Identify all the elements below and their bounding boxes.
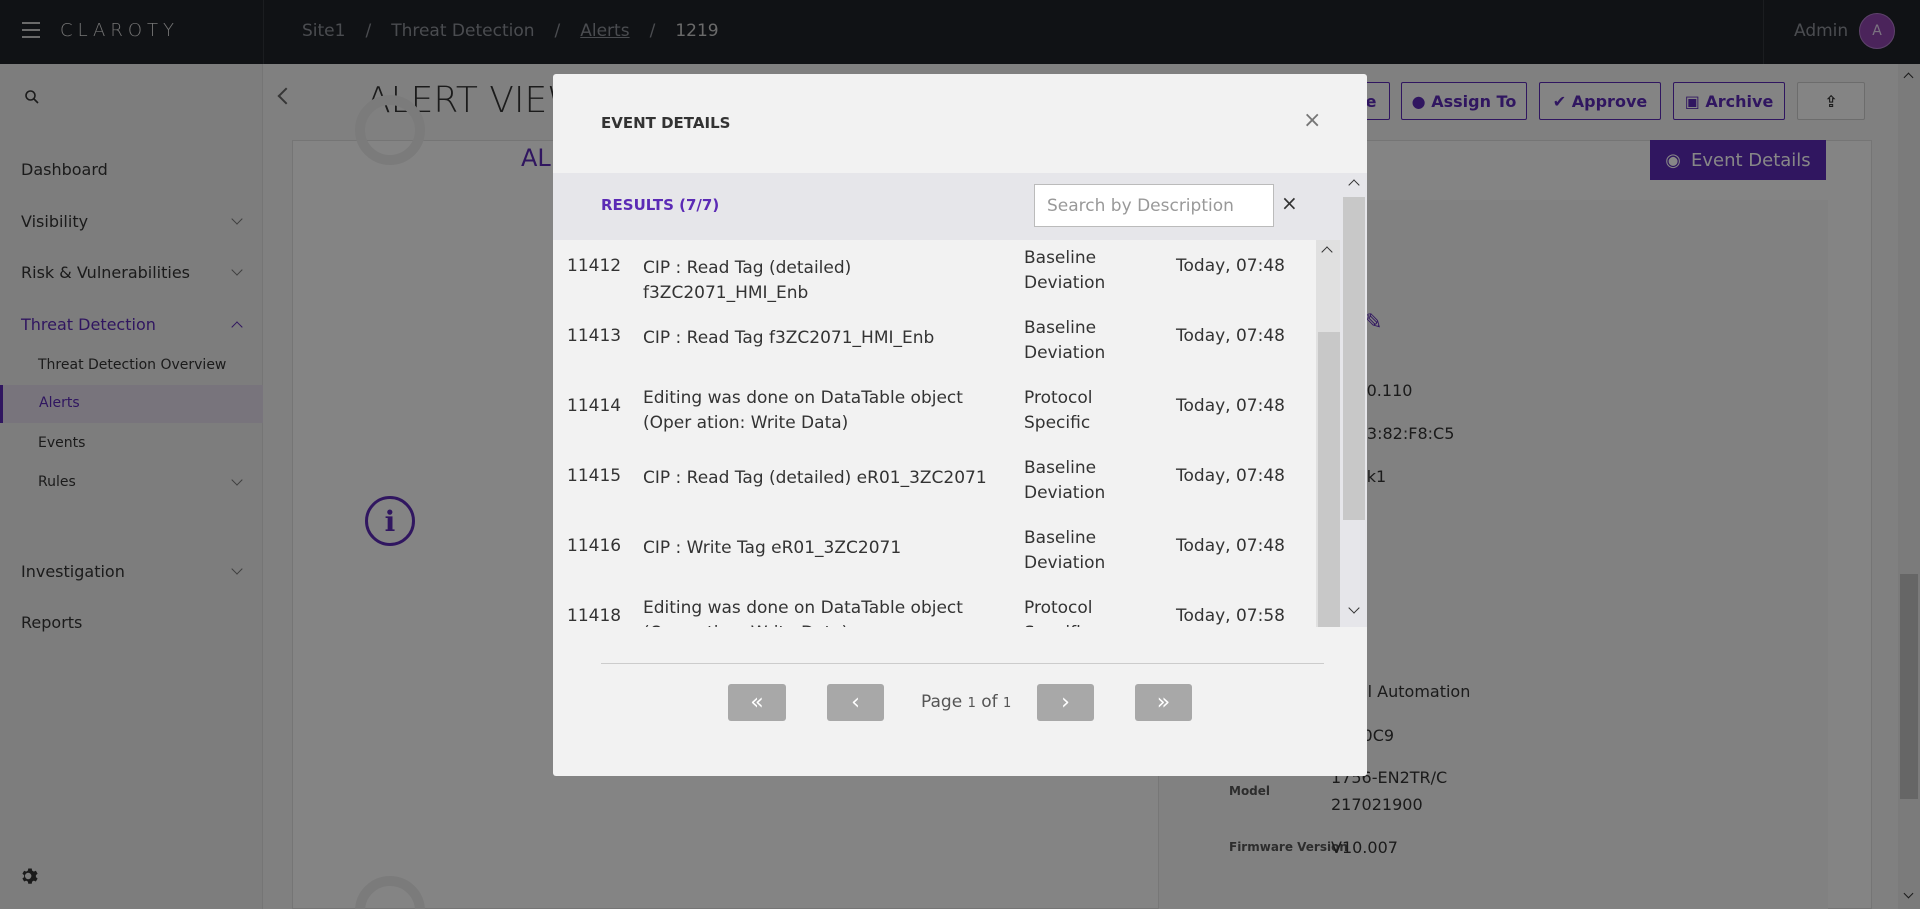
event-type: Protocol Specific xyxy=(1024,598,1093,627)
event-id: 11418 xyxy=(567,606,622,626)
table-row[interactable]: 11416 CIP : Write Tag eR01_3ZC2071 Basel… xyxy=(553,520,1317,590)
event-description: CIP : Read Tag (detailed) eR01_3ZC2071 xyxy=(643,468,987,488)
event-description: CIP : Read Tag f3ZC2071_HMI_Enb xyxy=(643,328,935,348)
of-word: of xyxy=(981,692,998,712)
current-page: 1 xyxy=(967,696,976,711)
event-id: 11415 xyxy=(567,466,622,486)
clear-search-icon[interactable]: × xyxy=(1281,191,1298,215)
event-id: 11412 xyxy=(567,256,622,276)
event-description: Editing was done on DataTable object (Op… xyxy=(643,388,963,433)
total-pages: 1 xyxy=(1003,696,1012,711)
event-description: CIP : Read Tag (detailed) f3ZC2071_HMI_E… xyxy=(643,258,852,303)
modal-scrollbar[interactable] xyxy=(1340,173,1367,627)
double-chevron-right-icon: » xyxy=(1156,690,1171,715)
next-page-button[interactable]: › xyxy=(1037,684,1094,721)
events-table: 11412 CIP : Read Tag (detailed) f3ZC2071… xyxy=(553,240,1340,627)
event-details-modal: EVENT DETAILS × RESULTS (7/7) × 11412 CI… xyxy=(553,74,1367,776)
results-title: RESULTS (7/7) xyxy=(601,196,720,214)
table-row[interactable]: 11418 Editing was done on DataTable obje… xyxy=(553,590,1317,627)
table-row[interactable]: 11415 CIP : Read Tag (detailed) eR01_3ZC… xyxy=(553,450,1317,520)
last-page-button[interactable]: » xyxy=(1135,684,1192,721)
event-description: Editing was done on DataTable object (Op… xyxy=(643,598,963,627)
scroll-up-icon[interactable] xyxy=(1321,246,1333,258)
chevron-right-icon: › xyxy=(1061,690,1070,715)
event-id: 11413 xyxy=(567,326,622,346)
page-indicator: Page 1 of 1 xyxy=(921,692,1011,712)
table-row[interactable]: 11414 Editing was done on DataTable obje… xyxy=(553,380,1317,450)
search-input[interactable] xyxy=(1034,184,1274,227)
event-type: Baseline Deviation xyxy=(1024,528,1106,573)
event-time: Today, 07:58 xyxy=(1176,606,1285,626)
double-chevron-left-icon: « xyxy=(750,690,764,715)
page-word: Page xyxy=(921,692,963,712)
event-type: Baseline Deviation xyxy=(1024,248,1106,293)
event-time: Today, 07:48 xyxy=(1176,466,1285,486)
table-row[interactable]: 11413 CIP : Read Tag f3ZC2071_HMI_Enb Ba… xyxy=(553,310,1317,380)
event-time: Today, 07:48 xyxy=(1176,256,1285,276)
event-id: 11416 xyxy=(567,536,622,556)
table-scrollbar[interactable] xyxy=(1316,240,1340,627)
event-type: Protocol Specific xyxy=(1024,388,1093,433)
divider xyxy=(601,663,1324,664)
event-type: Baseline Deviation xyxy=(1024,458,1106,503)
event-time: Today, 07:48 xyxy=(1176,326,1285,346)
chevron-left-icon: ‹ xyxy=(851,690,860,715)
previous-page-button[interactable]: ‹ xyxy=(827,684,884,721)
event-time: Today, 07:48 xyxy=(1176,536,1285,556)
table-row[interactable]: 11412 CIP : Read Tag (detailed) f3ZC2071… xyxy=(553,240,1317,310)
scrollbar-thumb[interactable] xyxy=(1318,332,1340,627)
event-id: 11414 xyxy=(567,396,622,416)
scroll-up-icon[interactable] xyxy=(1348,179,1360,191)
first-page-button[interactable]: « xyxy=(728,684,786,721)
close-icon[interactable]: × xyxy=(1303,108,1321,133)
scrollbar-thumb[interactable] xyxy=(1343,197,1365,520)
scroll-down-icon[interactable] xyxy=(1348,602,1360,614)
modal-title: EVENT DETAILS xyxy=(601,114,731,132)
event-description: CIP : Write Tag eR01_3ZC2071 xyxy=(643,538,902,558)
event-type: Baseline Deviation xyxy=(1024,318,1106,363)
event-time: Today, 07:48 xyxy=(1176,396,1285,416)
